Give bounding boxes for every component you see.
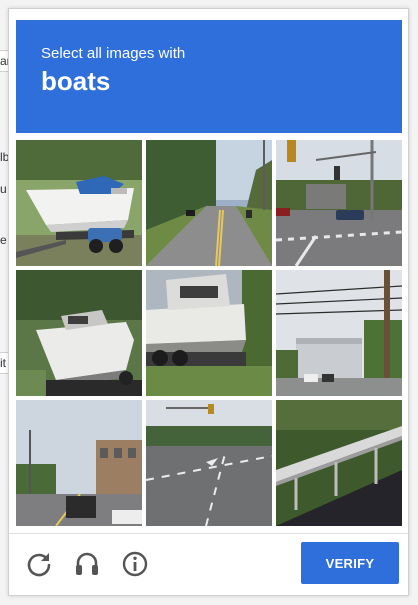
challenge-keyword: boats — [41, 66, 111, 96]
image-tile[interactable] — [16, 270, 142, 396]
audio-challenge-icon[interactable] — [73, 550, 101, 578]
tile-image-intersection — [276, 140, 402, 266]
image-tile[interactable] — [146, 270, 272, 396]
tile-image-motorboat-hedge — [146, 270, 272, 396]
image-tile[interactable] — [16, 140, 142, 266]
footer-divider — [9, 533, 408, 534]
tile-image-multilane-road — [146, 400, 272, 526]
tile-image-motorboat — [16, 270, 142, 396]
challenge-instruction: Select all images with — [41, 45, 186, 62]
image-tile[interactable] — [16, 400, 142, 526]
image-grid — [16, 140, 402, 526]
captcha-challenge: Select all images with boats VERIFY — [8, 8, 409, 596]
info-icon[interactable] — [121, 550, 149, 578]
image-tile[interactable] — [276, 400, 402, 526]
tile-image-guardrail — [276, 400, 402, 526]
tile-image-building — [276, 270, 402, 396]
tile-image-sailboat — [16, 140, 142, 266]
tile-image-road — [146, 140, 272, 266]
tile-image-town-street — [16, 400, 142, 526]
image-tile[interactable] — [276, 140, 402, 266]
verify-button[interactable]: VERIFY — [301, 542, 399, 584]
challenge-header: Select all images with boats — [16, 20, 402, 133]
image-tile[interactable] — [276, 270, 402, 396]
reload-icon[interactable] — [25, 550, 53, 578]
image-tile[interactable] — [146, 400, 272, 526]
image-tile[interactable] — [146, 140, 272, 266]
